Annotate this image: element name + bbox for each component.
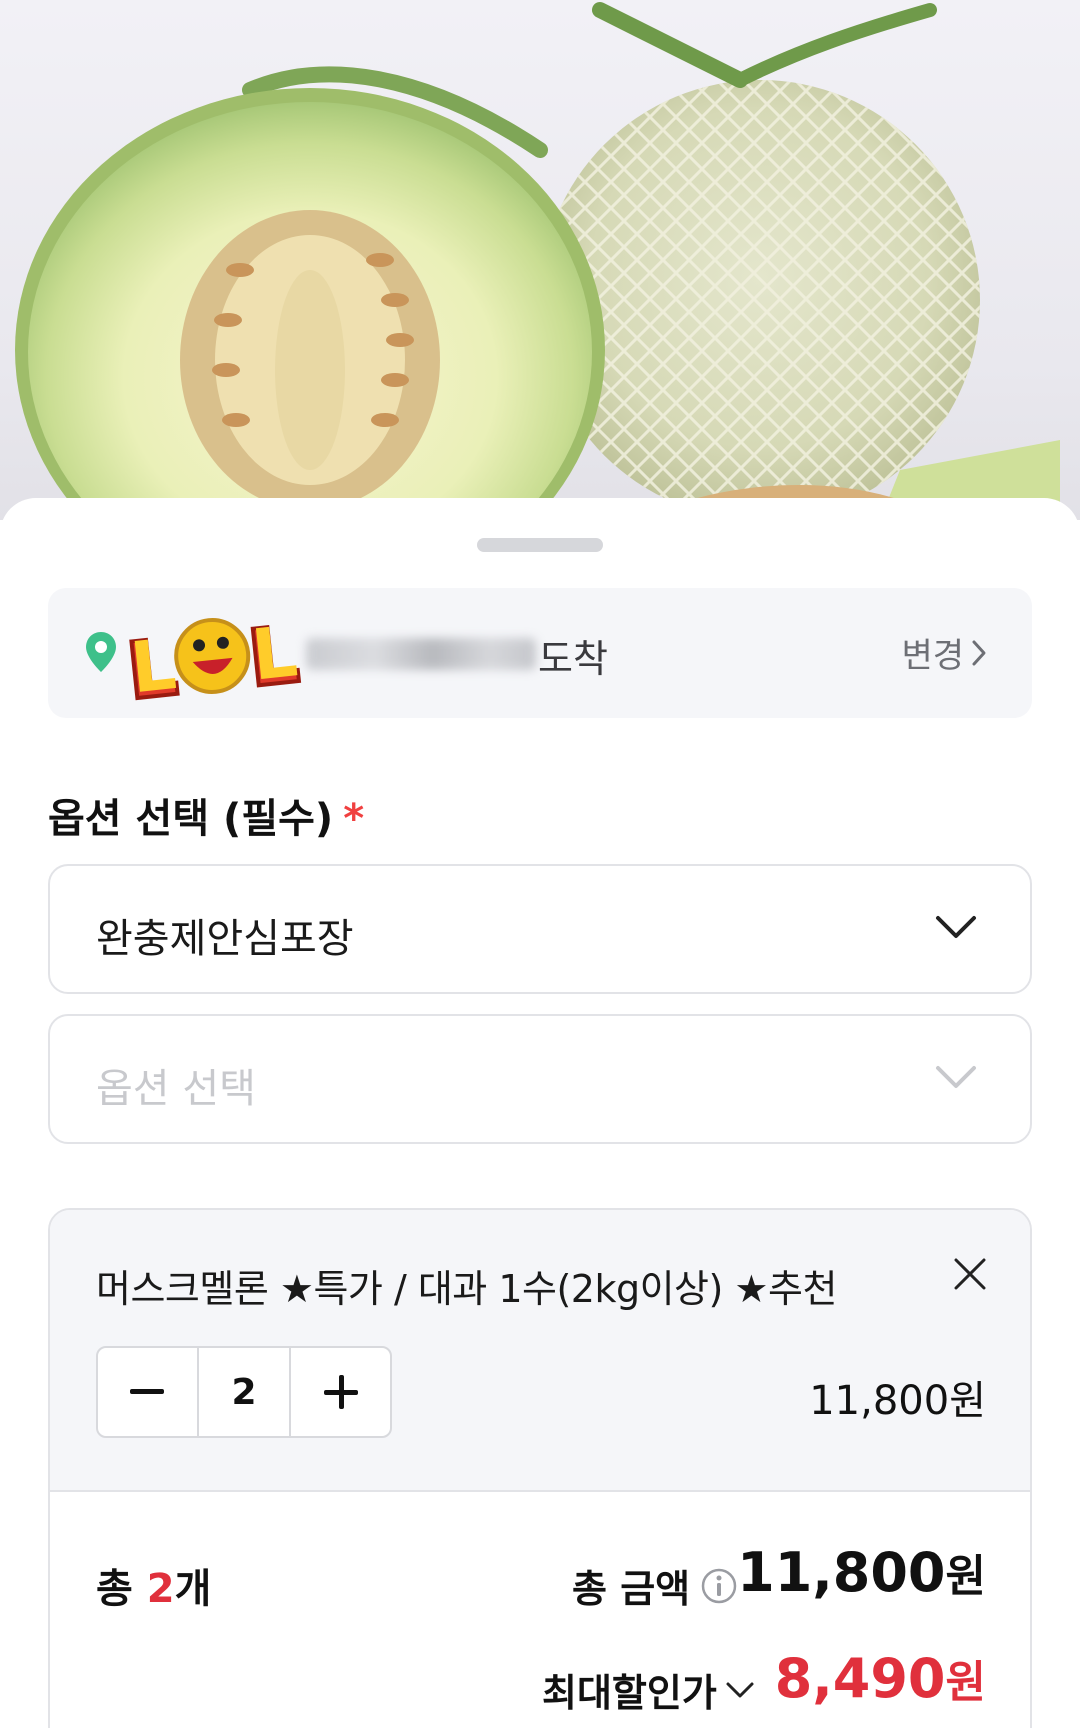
- chevron-down-icon: [936, 1066, 976, 1088]
- chevron-down-icon: [726, 1682, 754, 1697]
- max-discount-amount: 8,490원: [775, 1646, 986, 1710]
- chevron-down-icon: [936, 916, 976, 938]
- selected-item-card: 머스크멜론 ★특가 / 대과 1수(2kg이상) ★추천 2 11,800원 총…: [48, 1208, 1032, 1728]
- delivery-info-bar[interactable]: L L L L 도착 변경: [48, 588, 1032, 720]
- total-amount-label: 총 금액: [572, 1567, 691, 1611]
- quantity-stepper: 2: [96, 1346, 392, 1438]
- sheet-drag-handle[interactable]: [477, 538, 603, 552]
- currency-unit: 원: [945, 1657, 986, 1708]
- total-prefix: 총: [96, 1566, 133, 1612]
- total-count: 총 2개: [96, 1556, 211, 1614]
- arrival-label: 도착: [538, 637, 608, 681]
- total-count-suffix: 개: [174, 1566, 212, 1612]
- option-title-text: 옵션 선택 (필수): [48, 796, 334, 842]
- minus-icon: [130, 1389, 165, 1394]
- option-bottom-sheet: L L L L 도착 변경 옵션 선택 (필수) * 완충제안심포장 옵션 선택…: [0, 498, 1080, 1728]
- selected-item-row: 머스크멜론 ★특가 / 대과 1수(2kg이상) ★추천 2 11,800원: [50, 1210, 1030, 1492]
- quantity-value[interactable]: 2: [196, 1348, 292, 1436]
- required-mark: *: [343, 796, 365, 842]
- melon-photo: [15, 2, 1060, 520]
- product-option-screen: L L L L 도착 변경 옵션 선택 (필수) * 완충제안심포장 옵션 선택…: [0, 0, 1080, 1728]
- option-section-title: 옵션 선택 (필수) *: [48, 786, 364, 844]
- option-select-value: 완충제안심포장: [96, 916, 354, 962]
- info-icon[interactable]: [700, 1567, 738, 1605]
- selected-item-price: 11,800원: [809, 1378, 986, 1424]
- chevron-right-icon: [972, 640, 986, 665]
- option-select-placeholder: 옵션 선택: [96, 1066, 256, 1112]
- product-image: [0, 0, 1080, 520]
- total-count-number: 2: [146, 1566, 175, 1612]
- decrease-quantity-button[interactable]: [98, 1348, 197, 1436]
- change-label: 변경: [901, 636, 964, 676]
- total-amount: 11,800원: [737, 1540, 986, 1604]
- plus-icon: [323, 1375, 358, 1409]
- svg-text:L: L: [248, 610, 301, 696]
- close-icon[interactable]: [952, 1256, 988, 1292]
- lol-sticker: L L L L: [112, 594, 312, 719]
- total-amount-label-group: 총 금액: [572, 1558, 738, 1613]
- svg-text:L: L: [127, 623, 180, 709]
- total-amount-value: 11,800: [737, 1541, 946, 1604]
- max-discount-label: 최대할인가: [542, 1671, 717, 1715]
- blurred-arrival-date: [306, 638, 536, 670]
- change-delivery-button[interactable]: 변경: [901, 628, 988, 677]
- selected-item-name: 머스크멜론 ★특가 / 대과 1수(2kg이상) ★추천: [96, 1267, 837, 1311]
- max-discount-value: 8,490: [774, 1647, 946, 1710]
- option-select-packaging[interactable]: 완충제안심포장: [48, 864, 1032, 994]
- currency-unit: 원: [945, 1551, 986, 1602]
- increase-quantity-button[interactable]: [291, 1348, 390, 1436]
- max-discount-toggle[interactable]: 최대할인가: [542, 1662, 755, 1717]
- option-select-product[interactable]: 옵션 선택: [48, 1014, 1032, 1144]
